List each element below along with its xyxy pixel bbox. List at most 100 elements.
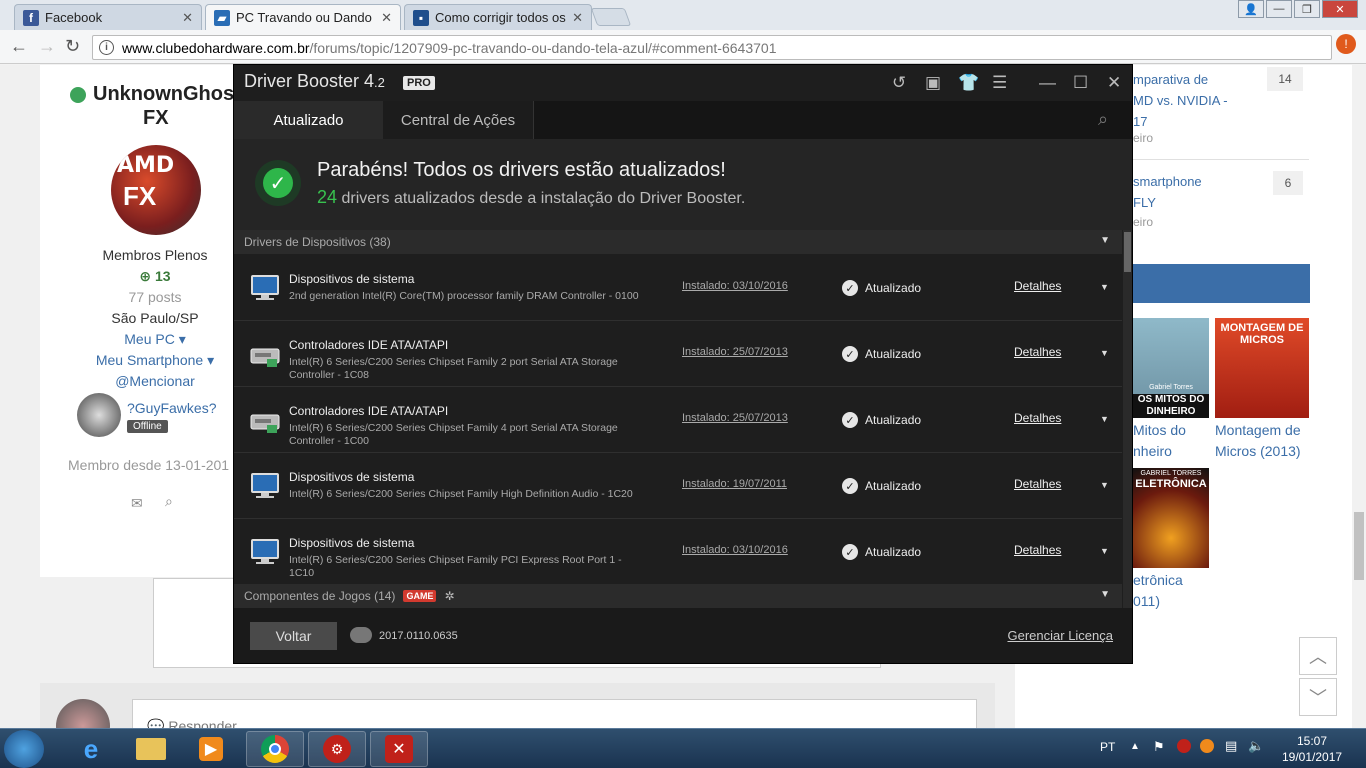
clock[interactable]: 15:07 19/01/2017 [1282, 733, 1342, 765]
installed-date[interactable]: Instalado: 25/07/2013 [682, 412, 788, 424]
maximize-icon[interactable]: ☐ [1073, 73, 1088, 93]
updated-text: drivers atualizados desde a instalação d… [341, 190, 746, 207]
tools-icon[interactable]: ✕ [370, 731, 428, 767]
tray-avast-icon[interactable] [1200, 739, 1214, 753]
chevron-down-icon[interactable]: ▼ [1100, 589, 1110, 600]
scroll-up-button[interactable]: ︿ [1299, 637, 1337, 675]
tab-action-center[interactable]: Central de Ações [383, 101, 534, 139]
close-icon[interactable]: ✕ [381, 10, 392, 26]
chevron-down-icon[interactable]: ▼ [1100, 546, 1109, 556]
follower-name[interactable]: ?GuyFawkes? [127, 400, 216, 416]
details-link[interactable]: Detalhes [1014, 477, 1061, 491]
tab-updated[interactable]: Atualizado [234, 101, 383, 139]
check-icon: ✓ [842, 478, 858, 494]
installed-date[interactable]: Instalado: 03/10/2016 [682, 544, 788, 556]
tray-driver-booster-icon[interactable] [1177, 739, 1191, 753]
status-headline: Parabéns! Todos os drivers estão atualiz… [317, 159, 726, 181]
details-link[interactable]: Detalhes [1014, 345, 1061, 359]
gear-icon[interactable]: ✲ [444, 589, 454, 603]
list-scrollbar-thumb[interactable] [1124, 232, 1131, 272]
internet-explorer-icon[interactable]: e [62, 731, 120, 767]
author-name[interactable]: UnknownGhos [93, 83, 234, 106]
follower-avatar[interactable] [77, 393, 121, 437]
user-icon[interactable]: 👤 [1238, 0, 1264, 18]
back-button[interactable]: Voltar [250, 622, 337, 650]
address-bar[interactable]: i www.clubedohardware.com.br/forums/topi… [92, 35, 1332, 60]
action-center-flag-icon[interactable]: ⚑ [1153, 739, 1165, 755]
restore-button[interactable]: ❐ [1294, 0, 1320, 18]
reply-input[interactable]: 💬 Responder [132, 699, 977, 728]
tray-expand-icon[interactable]: ▲ [1130, 741, 1140, 752]
side-topic-title[interactable]: mparativa de MD vs. NVIDIA -17 [1133, 69, 1228, 132]
book-caption[interactable]: Montagem de Micros (2013) [1215, 420, 1301, 462]
minimize-button[interactable]: — [1266, 0, 1292, 18]
installed-date[interactable]: Instalado: 19/07/2011 [682, 478, 787, 490]
search-icon[interactable]: ⌕ [165, 493, 173, 510]
new-tab-button[interactable] [590, 8, 632, 26]
list-scrollbar[interactable] [1123, 230, 1132, 608]
minimize-icon[interactable]: — [1039, 73, 1056, 93]
meu-smartphone-link[interactable]: Meu Smartphone ▾ [55, 352, 255, 369]
extension-icon[interactable]: ! [1336, 34, 1356, 54]
chevron-down-icon[interactable]: ▼ [1100, 480, 1109, 490]
app-title: Driver Booster 4.2 [244, 71, 385, 91]
file-explorer-icon[interactable] [122, 731, 180, 767]
author-card: UnknownGhos FX AMD FX Membros Plenos ⊕ 1… [55, 65, 255, 563]
details-link[interactable]: Detalhes [1014, 279, 1061, 293]
details-link[interactable]: Detalhes [1014, 543, 1061, 557]
mention-link[interactable]: @Mencionar [55, 373, 255, 389]
author-avatar[interactable]: AMD FX [111, 145, 201, 235]
chevron-down-icon[interactable]: ▼ [1100, 282, 1109, 292]
back-icon[interactable]: ← [10, 36, 28, 57]
language-indicator[interactable]: PT [1100, 740, 1115, 754]
meu-pc-link[interactable]: Meu PC ▾ [55, 331, 255, 348]
manage-license-link[interactable]: Gerenciar Licença [1008, 628, 1114, 643]
network-icon[interactable]: ▤ [1225, 738, 1237, 754]
book-caption[interactable]: Mitos do nheiro [1133, 420, 1186, 462]
tab-clubedohardware[interactable]: ▰ PC Travando ou Dando T ✕ [205, 4, 401, 30]
book-cover[interactable]: MONTAGEM DE MICROS [1215, 318, 1309, 418]
chrome-icon[interactable] [246, 731, 304, 767]
start-button[interactable] [4, 730, 44, 768]
tab-facebook[interactable]: f Facebook ✕ [14, 4, 202, 30]
history-icon[interactable]: ↺ [892, 73, 906, 93]
installed-date[interactable]: Instalado: 25/07/2013 [682, 346, 788, 358]
status-banner: ✓ Parabéns! Todos os drivers estão atual… [234, 139, 1132, 230]
driver-category: Dispositivos de sistema [289, 470, 415, 484]
page-scrollbar-thumb[interactable] [1354, 512, 1364, 580]
section-game-components[interactable]: Componentes de Jogos (14) GAME ✲ ▼ [234, 584, 1122, 608]
chevron-down-icon[interactable]: ▼ [1100, 414, 1109, 424]
menu-icon[interactable]: ☰ [992, 73, 1007, 93]
info-icon[interactable]: i [99, 40, 114, 55]
forward-icon[interactable]: → [38, 36, 56, 57]
toolbox-icon[interactable]: ▣ [925, 73, 941, 93]
url-host: www.clubedohardware.com.br [122, 39, 310, 56]
chevron-down-icon[interactable]: ▼ [1100, 348, 1109, 358]
details-link[interactable]: Detalhes [1014, 411, 1061, 425]
tab-como-corrigir[interactable]: ▪ Como corrigir todos os e ✕ [404, 4, 592, 30]
search-icon[interactable]: ⌕ [1098, 109, 1108, 130]
installed-date[interactable]: Instalado: 03/10/2016 [682, 280, 788, 292]
page-scrollbar[interactable] [1352, 65, 1366, 728]
mail-icon[interactable]: ✉ [131, 495, 143, 512]
book-caption[interactable]: etrônica 011) [1133, 570, 1183, 612]
section-device-drivers[interactable]: Drivers de Dispositivos (38) ▼ [234, 230, 1122, 254]
media-player-icon[interactable]: ▶ [182, 731, 240, 767]
reload-icon[interactable]: ↻ [65, 36, 80, 57]
monitor-icon [249, 273, 281, 303]
amd-logo-icon: AMD [117, 153, 175, 178]
close-window-button[interactable]: ✕ [1322, 0, 1358, 18]
chevron-down-icon[interactable]: ▼ [1100, 235, 1110, 246]
tab-title: Facebook [45, 10, 103, 25]
volume-icon[interactable]: 🔈 [1248, 738, 1264, 754]
author-name-line2[interactable]: FX [143, 107, 169, 130]
driver-booster-icon[interactable]: ⚙ [308, 731, 366, 767]
close-icon[interactable]: ✕ [1107, 73, 1121, 93]
side-topic-title[interactable]: smartphone FLY [1133, 171, 1202, 213]
close-icon[interactable]: ✕ [572, 10, 583, 26]
skin-shirt-icon[interactable]: 👕 [958, 73, 979, 93]
close-icon[interactable]: ✕ [182, 10, 193, 26]
book-cover[interactable]: GABRIEL TORRES ELETRÔNICA [1133, 468, 1209, 568]
book-cover[interactable]: Gabriel Torres OS MITOS DO DINHEIRO [1133, 318, 1209, 418]
scroll-down-button[interactable]: ﹀ [1299, 678, 1337, 716]
